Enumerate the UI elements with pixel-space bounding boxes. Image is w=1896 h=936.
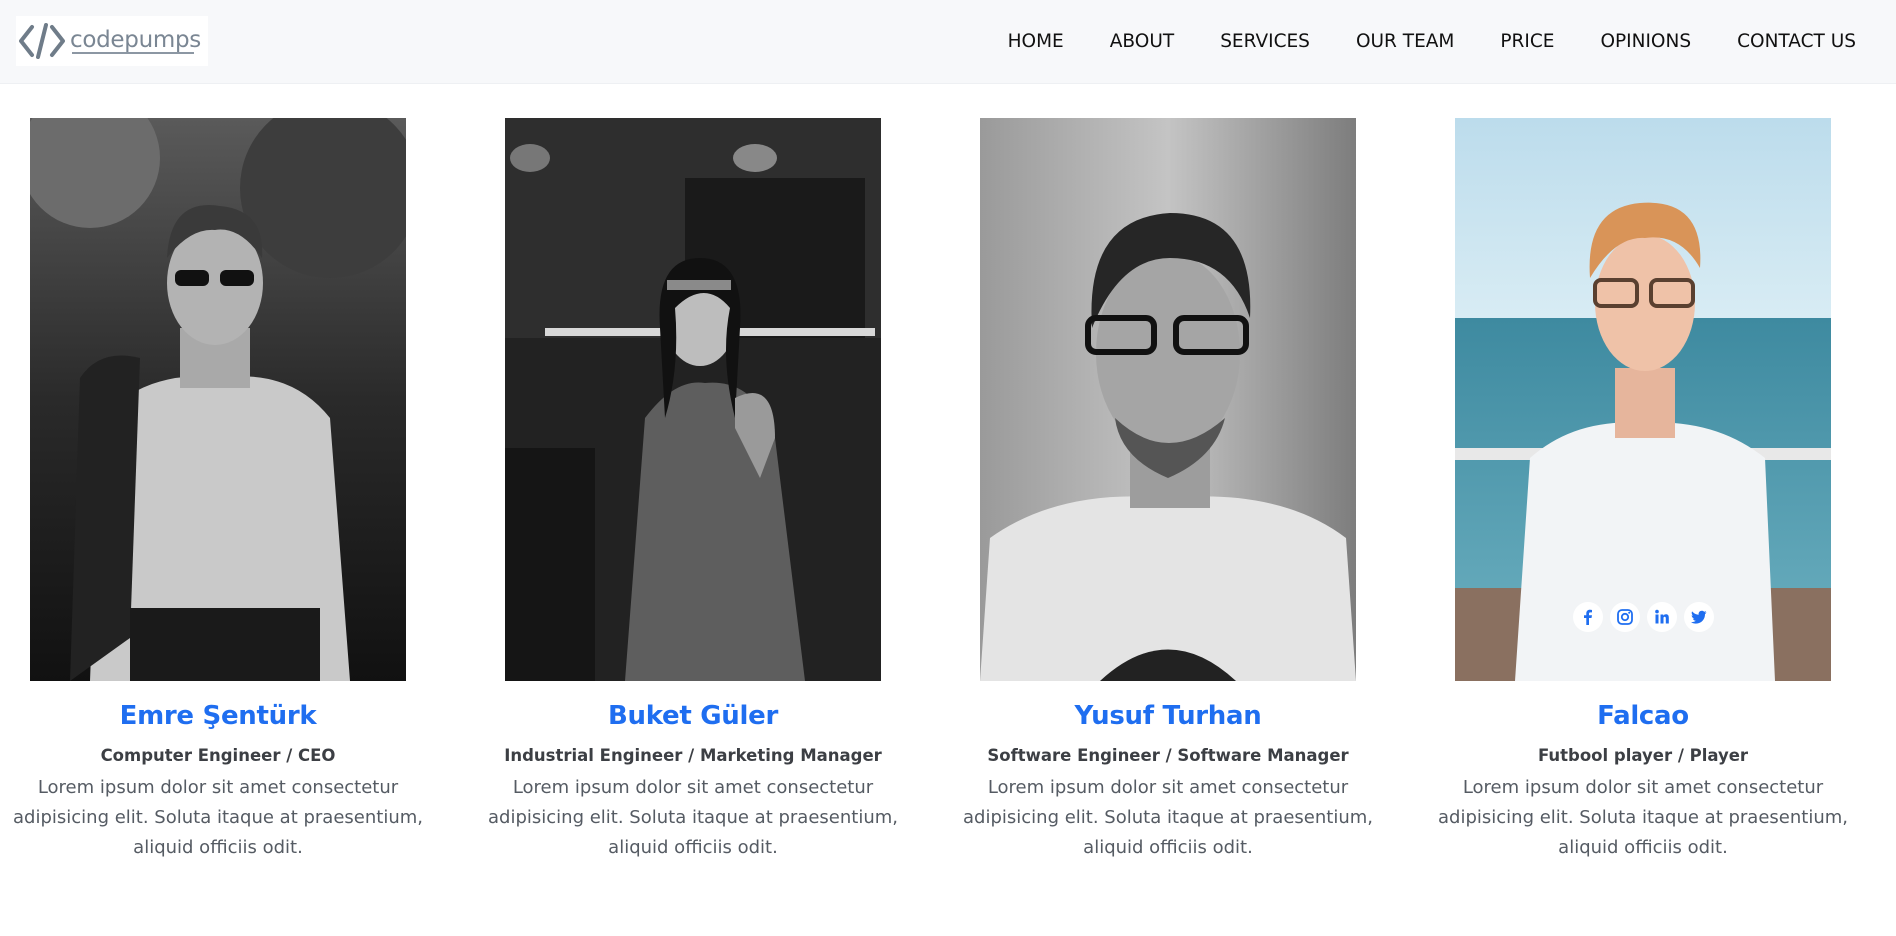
team-card: Buket Güler Industrial Engineer / Market…	[483, 118, 903, 863]
brand-logo[interactable]: codepumps	[16, 16, 208, 66]
nav-price[interactable]: PRICE	[1500, 31, 1554, 52]
nav-services[interactable]: SERVICES	[1220, 31, 1310, 52]
linkedin-link[interactable]	[1647, 602, 1677, 632]
member-role: Software Engineer / Software Manager	[987, 746, 1349, 765]
nav-our-team[interactable]: OUR TEAM	[1356, 31, 1454, 52]
member-bio: Lorem ipsum dolor sit amet consectetur a…	[963, 777, 1373, 858]
twitter-icon	[1691, 610, 1707, 624]
instagram-icon	[1617, 609, 1633, 625]
twitter-link[interactable]	[1684, 602, 1714, 632]
team-card: Yusuf Turhan Software Engineer / Softwar…	[958, 118, 1378, 863]
member-bio: Lorem ipsum dolor sit amet consectetur a…	[13, 777, 423, 858]
main-nav: HOME ABOUT SERVICES OUR TEAM PRICE OPINI…	[1008, 0, 1856, 83]
code-brackets-icon	[19, 23, 65, 59]
member-name: Yusuf Turhan	[1074, 701, 1262, 731]
portrait-image	[30, 118, 406, 681]
member-bio: Lorem ipsum dolor sit amet consectetur a…	[1438, 777, 1848, 858]
portrait-image	[1455, 118, 1831, 681]
member-photo	[1455, 118, 1831, 681]
team-card: Emre Şentürk Computer Engineer / CEO Lor…	[8, 118, 428, 863]
member-role: Futbool player / Player	[1537, 746, 1749, 765]
member-name: Buket Güler	[608, 701, 778, 731]
logo-underline	[72, 52, 194, 54]
facebook-icon	[1584, 609, 1592, 625]
member-name: Falcao	[1597, 701, 1689, 731]
member-photo	[30, 118, 406, 681]
facebook-link[interactable]	[1573, 602, 1603, 632]
nav-opinions[interactable]: OPINIONS	[1600, 31, 1691, 52]
nav-home[interactable]: HOME	[1008, 31, 1064, 52]
social-links	[1573, 602, 1714, 632]
logo-text: codepumps	[70, 27, 201, 53]
team-card: Falcao Futbool player / Player Lorem ips…	[1433, 118, 1853, 863]
member-photo	[505, 118, 881, 681]
linkedin-icon	[1655, 609, 1669, 624]
member-role: Industrial Engineer / Marketing Manager	[504, 746, 882, 765]
navbar: codepumps HOME ABOUT SERVICES OUR TEAM P…	[0, 0, 1896, 84]
nav-contact-us[interactable]: CONTACT US	[1737, 31, 1856, 52]
nav-about[interactable]: ABOUT	[1110, 31, 1174, 52]
member-name: Emre Şentürk	[119, 701, 317, 731]
member-photo	[980, 118, 1356, 681]
member-role: Computer Engineer / CEO	[100, 746, 336, 765]
instagram-link[interactable]	[1610, 602, 1640, 632]
portrait-image	[505, 118, 881, 681]
member-bio: Lorem ipsum dolor sit amet consectetur a…	[488, 777, 898, 858]
portrait-image	[980, 118, 1356, 681]
